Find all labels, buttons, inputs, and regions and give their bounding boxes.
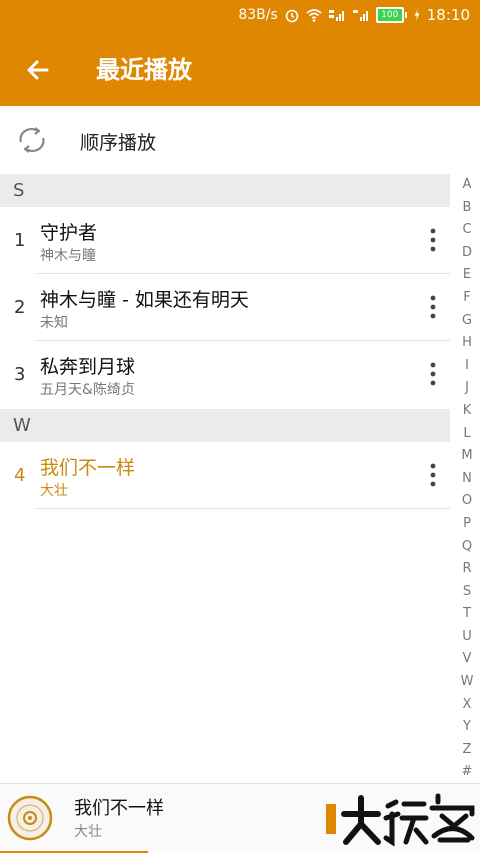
status-bar: 83B/s 100 18:10 xyxy=(0,0,480,32)
more-options-button[interactable] xyxy=(418,359,448,389)
play-mode-toggle[interactable]: 顺序播放 xyxy=(0,106,480,174)
alphabet-index-letter[interactable]: L xyxy=(455,423,479,446)
alphabet-index-letter[interactable]: I xyxy=(455,355,479,378)
play-mode-label: 顺序播放 xyxy=(80,132,157,154)
song-title: 我们不一样 xyxy=(40,457,136,479)
alphabet-index-letter[interactable]: H xyxy=(455,332,479,355)
more-vertical-icon xyxy=(430,295,436,319)
charging-icon xyxy=(414,9,420,21)
more-vertical-icon xyxy=(430,362,436,386)
alphabet-index-letter[interactable]: J xyxy=(455,377,479,400)
song-row-now-playing[interactable]: 4 我们不一样 大壮 xyxy=(0,442,450,509)
alarm-icon xyxy=(285,9,299,23)
signal-2g-icon xyxy=(352,10,368,21)
more-options-button[interactable] xyxy=(418,460,448,490)
now-playing-artist: 大壮 xyxy=(74,824,102,840)
alphabet-index-letter[interactable]: S xyxy=(455,581,479,604)
alphabet-index-letter[interactable]: V xyxy=(455,648,479,671)
song-index: 2 xyxy=(14,297,26,318)
more-options-button[interactable] xyxy=(418,225,448,255)
alphabet-index-letter[interactable]: N xyxy=(455,468,479,491)
back-arrow-icon xyxy=(27,60,49,80)
wifi-icon xyxy=(306,9,322,22)
recent-plays-screen: 83B/s 100 18:10 最近播放 顺序播放 S 1 守护者 神木与瞳 2… xyxy=(0,0,480,853)
song-title: 神木与瞳 - 如果还有明天 xyxy=(40,289,249,311)
alphabet-index-letter[interactable]: # xyxy=(455,761,479,784)
section-letter: S xyxy=(13,180,25,201)
song-index: 3 xyxy=(14,364,26,385)
alphabet-index-letter[interactable]: K xyxy=(455,400,479,423)
alphabet-index-letter[interactable]: F xyxy=(455,287,479,310)
alphabet-index-letter[interactable]: P xyxy=(455,513,479,536)
song-row[interactable]: 3 私奔到月球 五月天&陈绮贞 xyxy=(0,341,450,408)
section-header-w: W xyxy=(0,409,450,442)
alphabet-index-letter[interactable]: M xyxy=(455,445,479,468)
battery-level: 100 xyxy=(375,7,404,23)
alphabet-index-letter[interactable]: T xyxy=(455,603,479,626)
alphabet-index-letter[interactable]: E xyxy=(455,264,479,287)
battery-icon: 100 xyxy=(375,7,407,23)
song-index: 4 xyxy=(14,465,26,486)
watermark-logo xyxy=(326,793,475,847)
clock: 18:10 xyxy=(426,6,470,24)
back-button[interactable] xyxy=(20,52,56,88)
app-header: 83B/s 100 18:10 最近播放 xyxy=(0,0,480,106)
song-artist: 神木与瞳 xyxy=(40,248,96,264)
repeat-icon xyxy=(19,127,45,153)
alphabet-index-letter[interactable]: A xyxy=(455,174,479,197)
song-artist: 大壮 xyxy=(40,483,68,499)
alphabet-index-letter[interactable]: Q xyxy=(455,536,479,559)
song-index: 1 xyxy=(14,230,26,251)
more-options-button[interactable] xyxy=(418,292,448,322)
song-row[interactable]: 2 神木与瞳 - 如果还有明天 未知 xyxy=(0,274,450,341)
song-row[interactable]: 1 守护者 神木与瞳 xyxy=(0,207,450,274)
alphabet-index-letter[interactable]: B xyxy=(455,197,479,220)
alphabet-index-letter[interactable]: R xyxy=(455,558,479,581)
section-header-s: S xyxy=(0,174,450,207)
alphabet-index-letter[interactable]: O xyxy=(455,490,479,513)
alphabet-index-letter[interactable]: G xyxy=(455,310,479,333)
alphabet-index-letter[interactable]: Z xyxy=(455,739,479,762)
page-title: 最近播放 xyxy=(96,56,192,84)
song-title: 私奔到月球 xyxy=(40,356,136,378)
more-vertical-icon xyxy=(430,463,436,487)
divider xyxy=(36,508,450,509)
network-speed: 83B/s xyxy=(238,7,278,23)
alphabet-index-letter[interactable]: U xyxy=(455,626,479,649)
alphabet-index-letter[interactable]: D xyxy=(455,242,479,265)
more-vertical-icon xyxy=(430,228,436,252)
signal-4g-icon xyxy=(328,10,344,21)
alphabet-index-letter[interactable]: X xyxy=(455,694,479,717)
song-title: 守护者 xyxy=(40,222,98,244)
section-letter: W xyxy=(13,415,31,436)
alphabet-index-letter[interactable]: C xyxy=(455,219,479,242)
song-artist: 未知 xyxy=(40,315,68,331)
album-disc-icon xyxy=(7,795,53,841)
song-artist: 五月天&陈绮贞 xyxy=(40,382,135,398)
alphabet-index[interactable]: A B C D E F G H I J K L M N O P Q R S T U V W X Y Z # xyxy=(455,174,479,786)
alphabet-index-letter[interactable]: W xyxy=(455,671,479,694)
mini-player[interactable]: 我们不一样 大壮 xyxy=(0,783,480,853)
alphabet-index-letter[interactable]: Y xyxy=(455,716,479,739)
now-playing-title: 我们不一样 xyxy=(74,798,164,819)
